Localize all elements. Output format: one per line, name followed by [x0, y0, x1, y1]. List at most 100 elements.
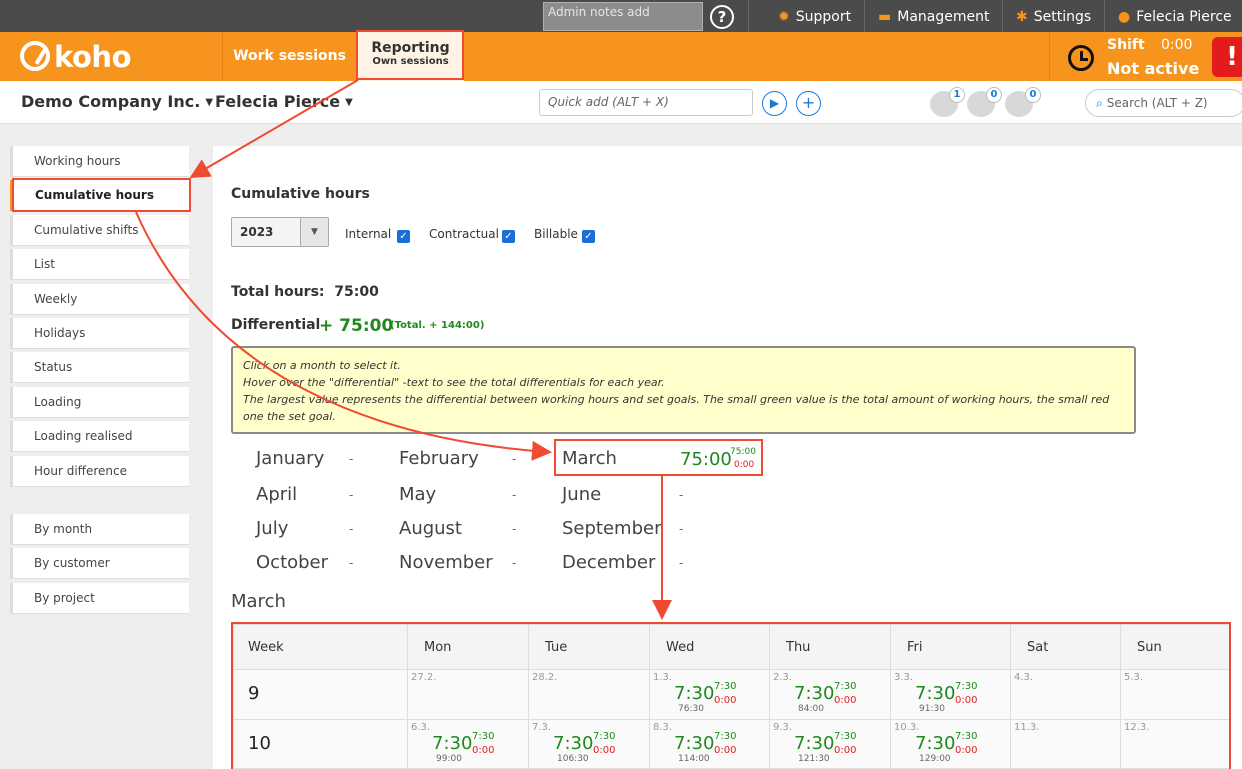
day-cell[interactable]: 12.3.: [1120, 718, 1230, 769]
billable-checkbox[interactable]: ✓: [582, 230, 595, 243]
day-cell[interactable]: 1.3. 7:30 7:30 0:00 76:30: [649, 669, 770, 720]
month-december[interactable]: December: [562, 552, 655, 573]
help-icon[interactable]: ?: [710, 5, 734, 29]
week-number: 10: [233, 718, 408, 769]
sidebar-item-weekly[interactable]: Weekly: [10, 284, 189, 315]
calendar-row-week-10: 10 6.3. 7:30 7:30 0:00 99:00 7.3. 7:30 7:30 0:0…: [233, 718, 1230, 769]
month-march[interactable]: March: [562, 448, 617, 469]
admin-notes-input[interactable]: Admin notes add: [543, 2, 703, 31]
sidebar-item-cumulative-hours[interactable]: Cumulative hours: [10, 180, 189, 211]
contractual-checkbox[interactable]: ✓: [502, 230, 515, 243]
internal-checkbox[interactable]: ✓: [397, 230, 410, 243]
day-date: 12.3.: [1124, 721, 1150, 733]
day-running-total: 121:30: [798, 753, 830, 764]
search-input[interactable]: ⌕ Search (ALT + Z): [1085, 89, 1242, 117]
sidebar-item-by-project[interactable]: By project: [10, 583, 189, 614]
sidebar-item-by-month[interactable]: By month: [10, 514, 189, 545]
sidebar-item-hour-difference[interactable]: Hour difference: [10, 456, 189, 487]
shift-time: 0:00: [1161, 37, 1193, 53]
month-august[interactable]: August: [399, 518, 462, 539]
month-value: -: [512, 522, 517, 536]
day-cell[interactable]: 10.3. 7:30 7:30 0:00 129:00: [890, 718, 1011, 769]
day-cell[interactable]: 9.3. 7:30 7:30 0:00 121:30: [769, 718, 891, 769]
logo-text: koho: [54, 40, 132, 74]
alert-button[interactable]: !: [1212, 37, 1242, 77]
month-april[interactable]: April: [256, 484, 297, 505]
sidebar-item-list[interactable]: List: [10, 249, 189, 280]
year-select[interactable]: 2023 ▼: [231, 217, 329, 247]
month-october[interactable]: October: [256, 552, 328, 573]
sidebar-item-loading[interactable]: Loading: [10, 387, 189, 418]
person-name: Felecia Pierce: [215, 92, 341, 111]
day-cell[interactable]: 11.3.: [1010, 718, 1121, 769]
person-selector[interactable]: Felecia Pierce ▼: [215, 92, 353, 111]
tab-label: Reporting: [371, 40, 450, 56]
tab-reporting[interactable]: Reporting Own sessions: [357, 32, 464, 81]
day-running-total: 76:30: [678, 704, 704, 714]
month-worked-hours: 75:00: [730, 447, 756, 457]
day-cell[interactable]: 27.2.: [407, 669, 529, 720]
user-icon: ●: [1118, 9, 1131, 25]
day-cell[interactable]: 2.3. 7:30 7:30 0:00 84:00: [769, 669, 891, 720]
day-cell[interactable]: 28.2.: [528, 669, 650, 720]
day-cell[interactable]: 6.3. 7:30 7:30 0:00 99:00: [407, 718, 529, 769]
day-cell[interactable]: 7.3. 7:30 7:30 0:00 106:30: [528, 718, 650, 769]
total-hours: Total hours: 75:00: [231, 284, 379, 300]
month-november[interactable]: November: [399, 552, 493, 573]
briefcase-icon: ▬: [878, 9, 892, 25]
settings-link[interactable]: ✱ Settings: [1016, 0, 1091, 32]
day-differential: 7:30: [674, 683, 715, 704]
month-june[interactable]: June: [562, 484, 601, 505]
sidebar-item-cumulative-shifts[interactable]: Cumulative shifts: [10, 215, 189, 246]
day-goal: 0:00: [834, 744, 857, 756]
sidebar-item-loading-realised[interactable]: Loading realised: [10, 421, 189, 452]
day-cell[interactable]: 4.3.: [1010, 669, 1121, 720]
selected-month-heading: March: [231, 591, 286, 612]
day-cell[interactable]: 8.3. 7:30 7:30 0:00 114:00: [649, 718, 770, 769]
tab-work-sessions[interactable]: Work sessions: [223, 32, 356, 81]
calendar-row-week-9: 9 27.2. 28.2. 1.3. 7:30 7:30 0:00 76:30 2.3.…: [233, 669, 1230, 720]
month-value: -: [349, 488, 354, 502]
quick-add-input[interactable]: Quick add (ALT + X): [539, 89, 753, 116]
play-icon[interactable]: ▶: [762, 91, 787, 116]
year-value: 2023: [240, 225, 274, 239]
day-goal: 0:00: [593, 744, 616, 756]
sidebar-item-holidays[interactable]: Holidays: [10, 318, 189, 349]
differential-label[interactable]: Differential: [231, 317, 320, 333]
day-goal: 0:00: [714, 695, 737, 706]
tasks-count-badge: 1: [949, 87, 965, 103]
day-running-total: 99:00: [436, 753, 462, 764]
month-january[interactable]: January: [256, 448, 324, 469]
koho-logo[interactable]: koho: [20, 40, 132, 74]
month-may[interactable]: May: [399, 484, 436, 505]
management-link[interactable]: ▬ Management: [878, 0, 989, 32]
main-header: koho Work sessions Reporting Own sessions…: [0, 32, 1242, 81]
user-menu[interactable]: ● Felecia Pierce: [1118, 0, 1232, 32]
shift-status-box[interactable]: Shift 0:00 Not active !: [1050, 32, 1242, 81]
month-february[interactable]: February: [399, 448, 479, 469]
col-week: Week: [233, 624, 408, 670]
day-differential: 7:30: [553, 732, 594, 754]
day-worked: 7:30: [955, 681, 978, 692]
sidebar-item-by-customer[interactable]: By customer: [10, 548, 189, 579]
add-icon[interactable]: +: [796, 91, 821, 116]
company-selector[interactable]: Demo Company Inc. ▼: [21, 92, 213, 111]
day-worked: 7:30: [714, 730, 737, 742]
day-goal: 0:00: [714, 744, 737, 756]
day-date: 8.3.: [653, 721, 673, 733]
month-september[interactable]: September: [562, 518, 662, 539]
sidebar-item-status[interactable]: Status: [10, 352, 189, 383]
day-worked: 7:30: [472, 730, 495, 742]
clock-icon: [1068, 45, 1094, 71]
month-july[interactable]: July: [256, 518, 288, 539]
month-value: 75:00: [680, 449, 732, 470]
day-date: 7.3.: [532, 721, 552, 733]
month-value: -: [349, 556, 354, 570]
day-cell[interactable]: 3.3. 7:30 7:30 0:00 91:30: [890, 669, 1011, 720]
month-calendar: Week Mon Tue Wed Thu Fri Sat Sun 9 27.2.…: [233, 624, 1230, 769]
day-date: 10.3.: [894, 721, 920, 733]
koho-logo-icon: [20, 41, 50, 71]
day-cell[interactable]: 5.3.: [1120, 669, 1230, 720]
support-link[interactable]: ✹ Support: [778, 0, 851, 32]
sidebar-item-working-hours[interactable]: Working hours: [10, 146, 189, 177]
